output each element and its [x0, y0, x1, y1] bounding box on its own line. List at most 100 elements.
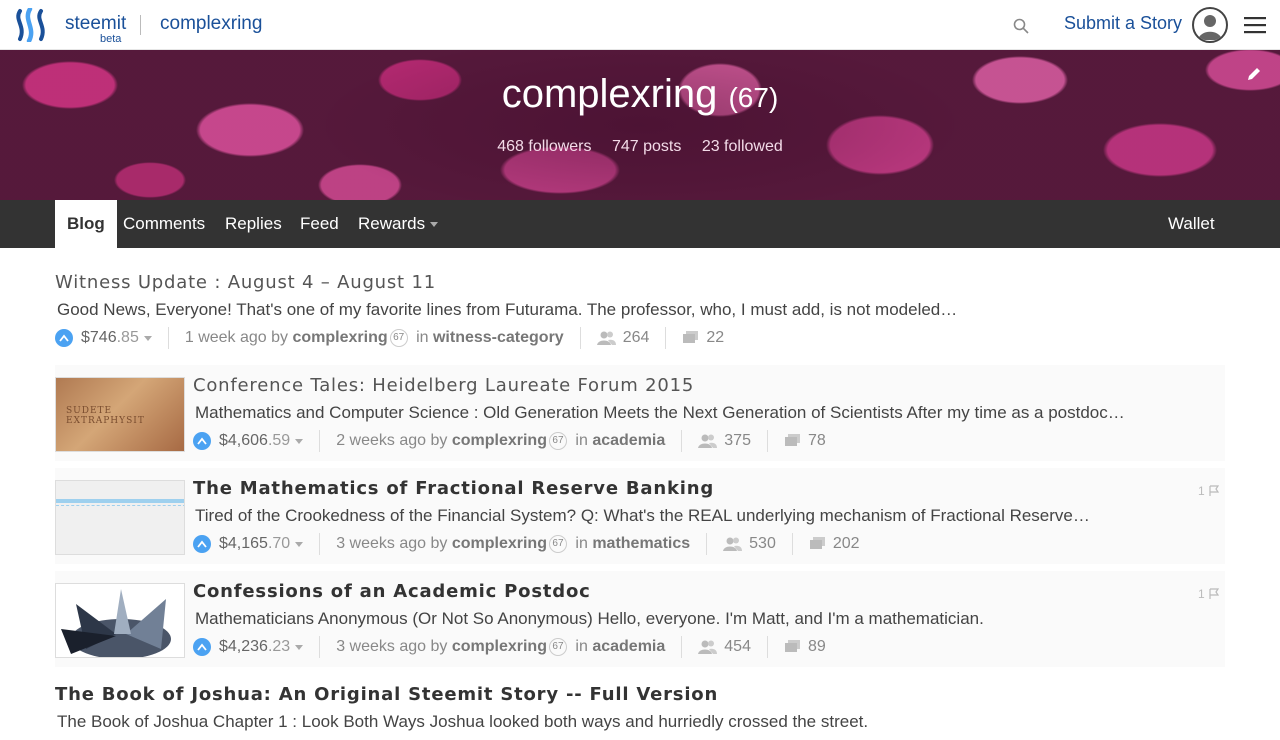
flag-icon — [1209, 485, 1219, 496]
tab-blog[interactable]: Blog — [55, 200, 117, 248]
chevron-down-icon[interactable] — [295, 644, 304, 650]
in-label: in — [575, 432, 588, 449]
voters-icon[interactable] — [723, 536, 743, 552]
post-meta: $4,236.23 3 weeks ago by complexring 67 i… — [193, 636, 826, 658]
comments-icon[interactable] — [784, 434, 802, 448]
payout-value[interactable]: $4,165.70 — [219, 535, 290, 553]
meta-divider — [319, 430, 321, 452]
meta-divider — [579, 327, 581, 349]
comments-count[interactable]: 89 — [808, 638, 826, 656]
meta-divider — [665, 327, 667, 349]
profile-stats: 468 followers 747 posts 23 followed — [0, 138, 1280, 156]
profile-reputation: (67) — [728, 82, 779, 113]
comments-count[interactable]: 22 — [706, 329, 724, 347]
flag-control[interactable]: 1 — [1198, 587, 1220, 601]
post-meta: $4,606.59 2 weeks ago by complexring 67 i… — [193, 430, 826, 452]
tab-feed[interactable]: Feed — [288, 200, 351, 248]
meta-divider — [319, 533, 321, 555]
comments-count[interactable]: 202 — [833, 535, 860, 553]
abstract-shape-image — [61, 589, 171, 657]
flag-icon — [1209, 588, 1219, 599]
post-title[interactable]: Conference Tales: Heidelberg Laureate Fo… — [193, 375, 694, 396]
edit-pencil-icon[interactable] — [1246, 66, 1262, 82]
votes-count[interactable]: 264 — [623, 329, 650, 347]
tab-wallet[interactable]: Wallet — [1156, 200, 1227, 248]
chevron-down-icon[interactable] — [295, 541, 304, 547]
payout-value[interactable]: $4,236.23 — [219, 638, 290, 656]
post-title[interactable]: The Mathematics of Fractional Reserve Ba… — [193, 478, 714, 499]
post-author[interactable]: complexring — [452, 638, 547, 656]
upvote-icon[interactable] — [55, 329, 73, 347]
upvote-icon[interactable] — [193, 638, 211, 656]
post-time[interactable]: 1 week ago by — [185, 329, 288, 347]
flag-control[interactable]: 1 — [1198, 484, 1220, 498]
post-category[interactable]: mathematics — [592, 535, 690, 553]
payout-cents: .59 — [267, 432, 291, 449]
brand-name[interactable]: steemit — [65, 13, 126, 35]
voters-icon[interactable] — [596, 330, 617, 346]
followers-count[interactable]: 468 followers — [497, 138, 591, 155]
user-avatar[interactable] — [1192, 7, 1228, 43]
post-thumbnail[interactable] — [55, 583, 185, 658]
posts-count: 747 posts — [611, 138, 682, 155]
post-category[interactable]: academia — [592, 638, 665, 656]
steemit-logo-icon[interactable] — [14, 8, 50, 42]
submit-story-link[interactable]: Submit a Story — [1064, 13, 1182, 34]
post-title[interactable]: Confessions of an Academic Postdoc — [193, 581, 591, 602]
voters-icon[interactable] — [698, 433, 718, 449]
votes-count[interactable]: 454 — [724, 638, 751, 656]
profile-heading: complexring (67) — [0, 72, 1280, 117]
breadcrumb-username[interactable]: complexring — [160, 13, 262, 35]
post-excerpt[interactable]: Mathematicians Anonymous (Or Not So Anon… — [195, 609, 984, 629]
post-category[interactable]: witness-category — [433, 329, 564, 347]
voters-icon[interactable] — [698, 639, 718, 655]
meta-divider — [766, 636, 768, 658]
post-excerpt[interactable]: Good News, Everyone! That's one of my fa… — [57, 300, 957, 320]
post-title[interactable]: Witness Update : August 4 – August 11 — [55, 272, 436, 293]
comments-icon[interactable] — [682, 331, 700, 345]
post-excerpt[interactable]: The Book of Joshua Chapter 1 : Look Both… — [57, 712, 868, 732]
post-author[interactable]: complexring — [292, 329, 387, 347]
post-excerpt[interactable]: Tired of the Crookedness of the Financia… — [195, 506, 1090, 526]
comments-icon[interactable] — [784, 640, 802, 654]
comments-icon[interactable] — [809, 537, 827, 551]
payout-value[interactable]: $4,606.59 — [219, 432, 290, 450]
upvote-icon[interactable] — [193, 535, 211, 553]
post-time[interactable]: 3 weeks ago by — [336, 638, 447, 656]
tab-rewards-label: Rewards — [358, 214, 426, 233]
user-silhouette-icon — [1198, 15, 1222, 40]
post-excerpt[interactable]: Mathematics and Computer Science : Old G… — [195, 403, 1125, 423]
payout-main: $4,165 — [219, 535, 268, 552]
tab-comments[interactable]: Comments — [111, 200, 217, 248]
payout-main: $746 — [81, 329, 117, 346]
votes-count[interactable]: 530 — [749, 535, 776, 553]
comments-count[interactable]: 78 — [808, 432, 826, 450]
tab-rewards[interactable]: Rewards — [346, 200, 450, 248]
chevron-down-icon — [430, 222, 439, 228]
author-reputation: 67 — [548, 432, 567, 450]
followed-count[interactable]: 23 followed — [702, 138, 783, 155]
payout-main: $4,236 — [219, 638, 268, 655]
hamburger-menu-icon[interactable] — [1244, 16, 1266, 34]
meta-divider — [681, 636, 683, 658]
post-author[interactable]: complexring — [452, 535, 547, 553]
post-author[interactable]: complexring — [452, 432, 547, 450]
post-title[interactable]: The Book of Joshua: An Original Steemit … — [55, 684, 718, 705]
post-thumbnail[interactable]: SUDETE EXTRAPHYSIT — [55, 377, 185, 452]
profile-name: complexring — [501, 72, 718, 116]
post-thumbnail[interactable] — [55, 480, 185, 555]
votes-count[interactable]: 375 — [724, 432, 751, 450]
chevron-down-icon[interactable] — [295, 438, 304, 444]
payout-value[interactable]: $746.85 — [81, 329, 139, 347]
upvote-icon[interactable] — [193, 432, 211, 450]
post-time[interactable]: 2 weeks ago by — [336, 432, 447, 450]
search-icon[interactable] — [1012, 17, 1030, 35]
author-reputation: 67 — [548, 638, 567, 656]
post-category[interactable]: academia — [592, 432, 665, 450]
chevron-down-icon[interactable] — [143, 335, 152, 341]
in-label: in — [416, 329, 429, 346]
post-time[interactable]: 3 weeks ago by — [336, 535, 447, 553]
meta-divider — [766, 430, 768, 452]
tab-replies[interactable]: Replies — [213, 200, 294, 248]
author-reputation: 67 — [389, 329, 408, 347]
